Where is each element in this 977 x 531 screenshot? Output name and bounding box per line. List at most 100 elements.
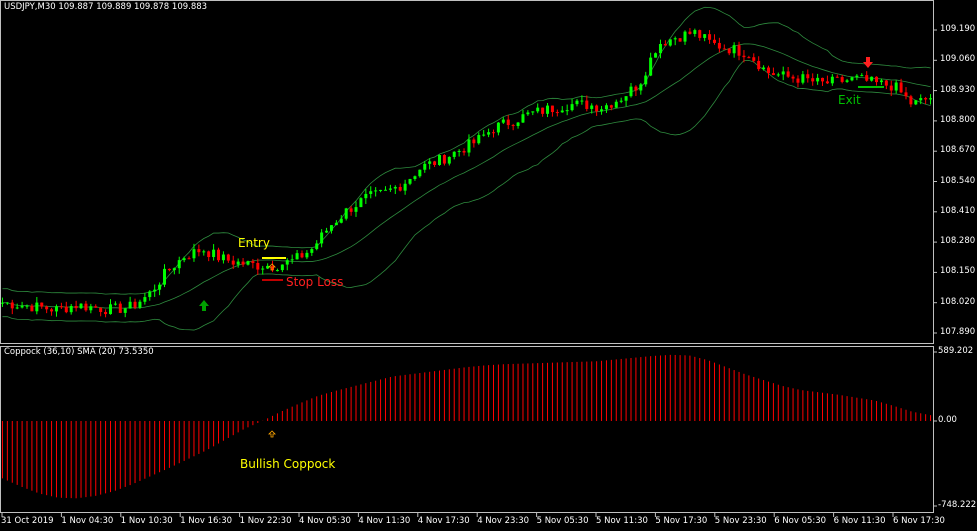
candle-body: [128, 301, 132, 309]
candle-body: [889, 85, 893, 91]
time-axis-label: 5 Nov 17:30: [655, 516, 708, 526]
candle-body: [727, 48, 731, 54]
candle-body: [30, 305, 34, 312]
candle-body: [585, 100, 589, 109]
candle-body: [791, 76, 795, 79]
candle-body: [325, 230, 329, 233]
candle-body: [393, 186, 397, 189]
candle-body: [462, 150, 466, 153]
indicator-title: Coppock (36,10) SMA (20) 73.5350: [4, 347, 154, 357]
candle-body: [192, 249, 196, 259]
price-axis-label: 109.190: [940, 24, 976, 34]
candle-body: [776, 74, 780, 76]
candle-body: [10, 302, 14, 309]
candle-body: [668, 39, 672, 46]
candle-body: [467, 139, 471, 153]
candle-body: [840, 77, 844, 82]
candle-body: [418, 169, 422, 177]
candle-body: [79, 303, 83, 309]
candle-body: [614, 101, 618, 108]
candle-body: [884, 80, 888, 86]
candle-body: [693, 30, 697, 34]
candle-body: [290, 259, 294, 261]
candle-body: [54, 306, 58, 312]
candle-body: [511, 125, 515, 127]
candle-body: [59, 306, 63, 308]
bollinger-middle-band: [2, 43, 931, 309]
candle-body: [329, 225, 333, 231]
symbol-info: USDJPY,M30 109.887 109.889 109.878 109.8…: [4, 2, 208, 12]
candle-body: [919, 98, 923, 101]
candle-body: [408, 178, 412, 184]
candle-body: [280, 264, 284, 271]
candle-body: [138, 301, 142, 308]
candle-body: [428, 161, 432, 164]
bollinger-upper-band: [2, 6, 931, 295]
price-axis-label: 107.890: [940, 327, 976, 337]
time-axis-label: 5 Nov 05:30: [536, 516, 589, 526]
candle-body: [359, 198, 363, 208]
candle-body: [752, 57, 756, 61]
time-axis-label: 4 Nov 05:30: [299, 516, 351, 526]
candle-body: [315, 243, 319, 250]
candle-body: [609, 105, 613, 108]
candle-body: [929, 98, 933, 100]
candle-body: [182, 258, 186, 261]
price-pane-border: [0, 0, 934, 344]
candle-body: [550, 105, 554, 113]
candle-body: [894, 82, 898, 91]
candle-body: [118, 303, 122, 313]
exit-label: Exit: [838, 93, 861, 107]
price-axis-label: 108.150: [940, 266, 976, 277]
candle-body: [221, 254, 225, 261]
candle-body: [565, 110, 569, 112]
candle-body: [683, 31, 687, 42]
candle-body: [89, 306, 93, 311]
candle-body: [762, 67, 766, 70]
candle-body: [595, 105, 599, 112]
candle-body: [349, 208, 353, 212]
candle-body: [639, 84, 643, 91]
candle-body: [104, 311, 108, 315]
price-axis-label: 108.930: [940, 84, 976, 95]
candle-body: [629, 86, 633, 97]
candle-body: [909, 96, 913, 105]
candle-body: [855, 75, 859, 78]
candle-body: [786, 71, 790, 77]
candle-body: [703, 34, 707, 38]
candle-body: [187, 258, 191, 260]
candle-body: [177, 260, 181, 269]
chart-window: [0, 0, 937, 517]
price-axis-label: 108.410: [940, 205, 976, 216]
indicator-axis-label: 0.00: [938, 415, 957, 425]
candle-body: [403, 183, 407, 191]
candle-body: [757, 60, 761, 70]
entry-label: Entry: [238, 236, 270, 250]
candle-body: [717, 42, 721, 49]
candle-body: [364, 193, 368, 199]
candle-body: [320, 232, 324, 244]
candle-body: [492, 132, 496, 134]
time-axis-label: 5 Nov 23:30: [714, 516, 767, 526]
candle-body: [472, 139, 476, 144]
candle-body: [555, 112, 559, 114]
candle-body: [825, 81, 829, 84]
candle-body: [339, 218, 343, 223]
time-axis-label: 1 Nov 10:30: [120, 516, 173, 526]
candle-body: [50, 309, 54, 312]
candle-body: [231, 260, 235, 265]
candle-body: [344, 208, 348, 219]
candle-body: [634, 86, 638, 91]
time-axis-label: 4 Nov 11:30: [358, 516, 411, 526]
candle-body: [379, 189, 383, 191]
candle-body: [256, 262, 260, 270]
candle-body: [766, 67, 770, 74]
candle-body: [649, 57, 653, 76]
candle-body: [801, 74, 805, 83]
candle-body: [870, 76, 874, 81]
candle-body: [580, 100, 584, 102]
indicator-axis-label: -748.222: [938, 500, 977, 510]
candle-body: [207, 251, 211, 258]
candle-body: [251, 261, 255, 263]
candle-body: [74, 305, 78, 309]
